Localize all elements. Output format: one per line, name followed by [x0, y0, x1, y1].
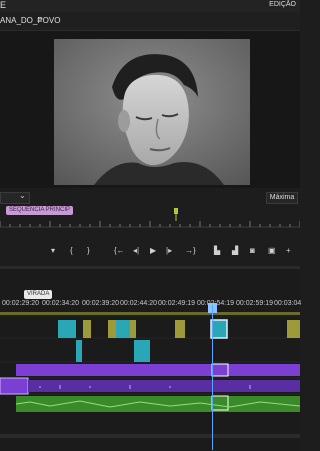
- app-edge-label: E: [0, 0, 7, 10]
- sequence-tab-title[interactable]: ANA_DO_POVO: [0, 16, 60, 25]
- video-clip: [287, 320, 300, 338]
- ruler-timecode: 00:02:39:20: [82, 300, 119, 307]
- video-clip: [116, 320, 130, 338]
- video-clip: [76, 340, 82, 362]
- video-clip-selected: [210, 319, 228, 339]
- mini-ruler-ticks: [0, 208, 300, 228]
- audio-track-a1[interactable]: [16, 363, 300, 377]
- ruler-timecode: 00:02:34:20: [42, 300, 79, 307]
- video-clip: [134, 340, 150, 362]
- hamburger-icon[interactable]: ≡: [37, 15, 42, 25]
- export-frame-icon[interactable]: ◙: [250, 246, 255, 255]
- play-icon[interactable]: ▶: [150, 246, 156, 255]
- video-track-v1[interactable]: [76, 340, 150, 362]
- audio-clip: [16, 364, 300, 376]
- workspace-tab-edicao[interactable]: EDIÇÃO: [269, 1, 296, 8]
- audio-track-a2[interactable]: [0, 377, 300, 395]
- zoom-level-select[interactable]: Máxima: [266, 192, 298, 204]
- ruler-timecode: 00:02:44:20: [120, 300, 157, 307]
- marker-icon[interactable]: ▾: [51, 246, 55, 255]
- monitor-mini-ruler[interactable]: SEQUÊNCIA PRINCIP: [0, 205, 300, 233]
- video-track-v2[interactable]: [58, 319, 300, 339]
- audio-clip: [0, 377, 29, 395]
- step-forward-icon[interactable]: |▸: [166, 246, 172, 255]
- video-clip: [130, 320, 136, 338]
- video-frame-image: [54, 39, 250, 185]
- button-editor-icon[interactable]: ▣: [268, 246, 276, 255]
- video-clip: [58, 320, 76, 338]
- step-back-icon[interactable]: ◂|: [133, 246, 139, 255]
- in-point-icon[interactable]: {: [70, 246, 73, 255]
- timeline-tracks: [0, 316, 300, 438]
- timeline-time-ruler[interactable]: 00:02:29:20 00:02:34:20 00:02:39:20 00:0…: [0, 300, 302, 310]
- video-clip: [108, 320, 116, 338]
- chevron-down-icon: ⌄: [19, 191, 26, 200]
- extract-icon[interactable]: ▟: [232, 246, 238, 255]
- ruler-timecode: 00:02:59:19: [236, 300, 273, 307]
- timeline-top-divider: [0, 266, 300, 269]
- audio-track-a3[interactable]: [15, 395, 300, 412]
- video-clip: [83, 320, 91, 338]
- playhead-line[interactable]: [212, 305, 213, 450]
- go-to-in-icon[interactable]: {←: [114, 246, 125, 255]
- go-to-out-icon[interactable]: →}: [185, 246, 196, 255]
- program-monitor: [0, 31, 300, 188]
- app-top-bar: E EDIÇÃO: [0, 0, 300, 12]
- program-monitor-tab-bar: ANA_DO_POVO ≡: [0, 12, 300, 31]
- ruler-timecode: 00:02:49:19: [158, 300, 195, 307]
- out-point-icon[interactable]: }: [87, 246, 90, 255]
- video-clip: [175, 320, 185, 338]
- video-frame: [54, 39, 250, 185]
- add-icon[interactable]: +: [286, 246, 291, 255]
- ruler-timecode: 00:02:29:20: [2, 300, 39, 307]
- timeline-marker-virada[interactable]: VIRADA: [24, 290, 53, 299]
- timeline-horizontal-scroll: [0, 434, 300, 438]
- work-area-bar[interactable]: [0, 312, 300, 315]
- timecode-dropdown[interactable]: ⌄: [0, 191, 30, 204]
- work-area-fill: [0, 312, 300, 315]
- audio-clip: [28, 380, 300, 392]
- lift-icon[interactable]: ▙: [214, 246, 220, 255]
- transport-controls: ▾ { } {← ◂| ▶ |▸ →} ▙ ▟ ◙ ▣ +: [0, 242, 300, 264]
- monitor-controls-row: ⌄ Máxima: [0, 190, 300, 206]
- ruler-timecode: 00:03:04: [274, 300, 302, 307]
